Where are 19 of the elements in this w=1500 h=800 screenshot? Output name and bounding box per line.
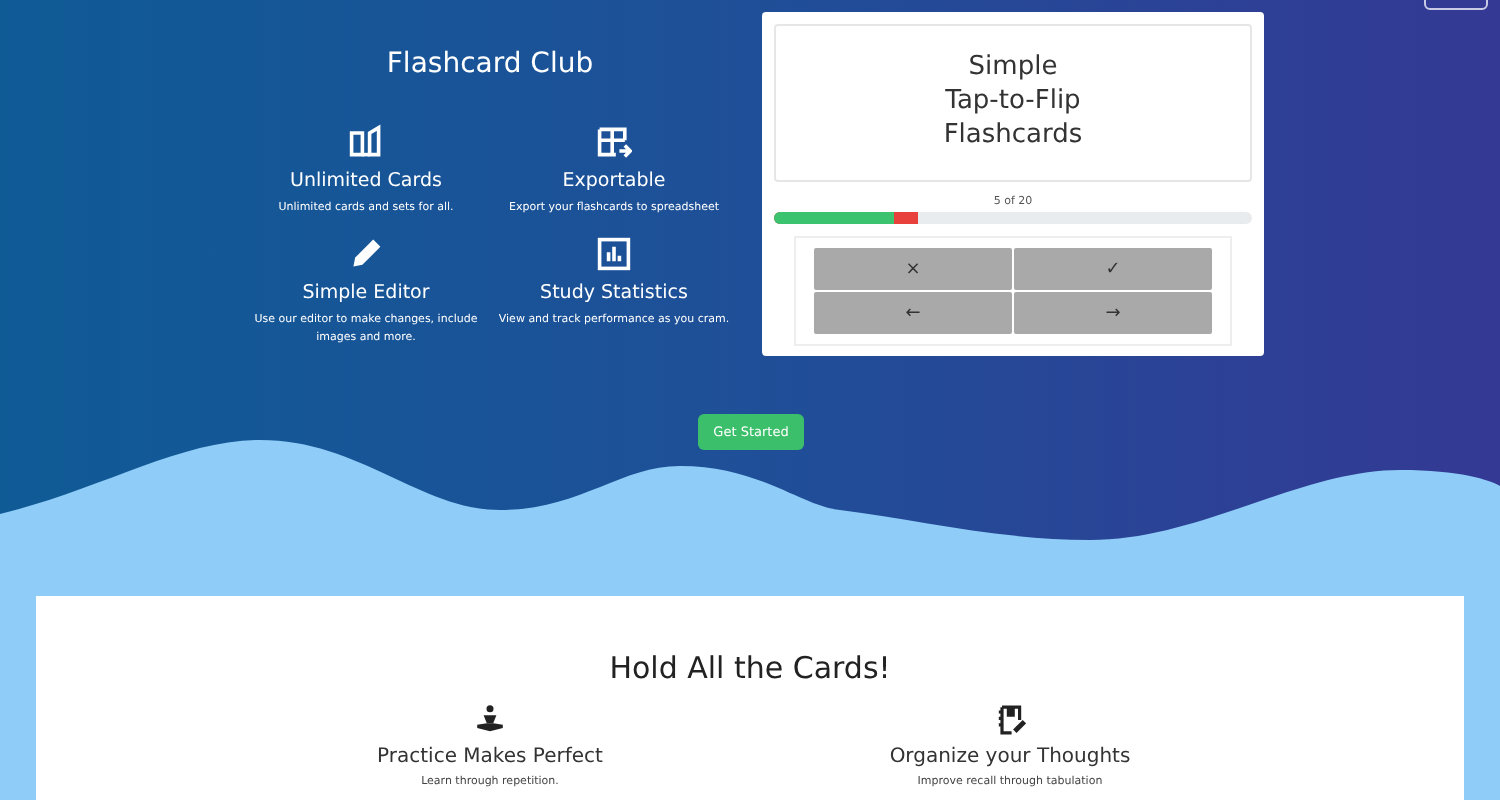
section-title: Hold All the Cards! (609, 650, 891, 686)
flashcard[interactable]: Simple Tap-to-Flip Flashcards (774, 24, 1252, 182)
correct-button[interactable]: ✓ (1014, 248, 1212, 290)
feature-title: Practice Makes Perfect (377, 746, 603, 768)
feature-title: Exportable (562, 170, 666, 192)
feature-title: Study Statistics (540, 282, 688, 305)
book-icon (348, 124, 384, 160)
notebook-icon (994, 704, 1026, 736)
meditation-icon (474, 704, 506, 736)
pencil-icon (348, 236, 384, 273)
table-export-icon (596, 124, 632, 160)
feature-title: Simple Editor (302, 282, 430, 305)
next-button[interactable]: → (1014, 292, 1212, 334)
previous-button[interactable]: ← (814, 292, 1012, 334)
hero-title: Flashcard Club (386, 48, 594, 80)
feature-title: Organize your Thoughts (889, 746, 1131, 768)
wrong-button[interactable]: × (814, 248, 1012, 290)
feature-title: Unlimited Cards (290, 170, 442, 192)
bar-chart-icon (596, 236, 632, 273)
